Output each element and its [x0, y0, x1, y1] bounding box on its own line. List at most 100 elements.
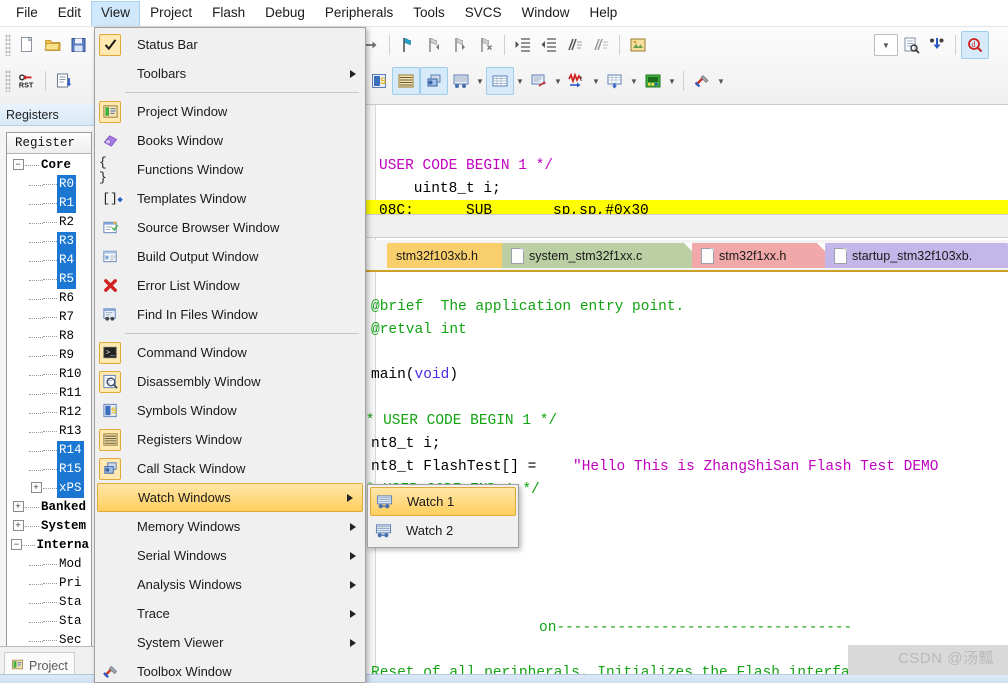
menu-item-find-in-files-window[interactable]: Find In Files Window [95, 300, 365, 329]
tree-toggle-plus-icon[interactable]: + [11, 498, 25, 517]
next-bookmark-icon[interactable] [447, 32, 473, 58]
register-tree-row[interactable]: R4 [7, 251, 91, 270]
tree-toggle-box[interactable]: + [30, 482, 42, 494]
register-tree-row[interactable]: R6 [7, 289, 91, 308]
view-dropdown-menu[interactable]: Status Bar Toolbars Project Window Books Wi… [94, 27, 366, 683]
submenu-item-watch-1[interactable]: Watch 1 [370, 487, 516, 516]
find-in-files-icon[interactable] [898, 32, 924, 58]
register-tree-row[interactable]: R7 [7, 308, 91, 327]
tree-toggle-box[interactable]: + [12, 520, 24, 532]
menu-edit[interactable]: Edit [48, 1, 91, 26]
analyzer-dropdown-caret[interactable]: ▼ [590, 68, 602, 94]
watch-window-icon[interactable] [448, 68, 474, 94]
prev-bookmark-icon[interactable] [421, 32, 447, 58]
menu-peripherals[interactable]: Peripherals [315, 1, 403, 26]
file-tab[interactable]: stm32f1xx.h [692, 243, 825, 268]
comment-icon[interactable] [562, 32, 588, 58]
menu-item-memory-windows[interactable]: Memory Windows [95, 512, 365, 541]
memory-dropdown-caret[interactable]: ▼ [514, 68, 526, 94]
bookmark-pin-icon[interactable] [924, 32, 950, 58]
outdent-icon[interactable] [536, 32, 562, 58]
menu-debug[interactable]: Debug [255, 1, 315, 26]
menu-item-trace[interactable]: Trace [95, 599, 365, 628]
menu-item-toolbox-window[interactable]: Toolbox Window [95, 657, 365, 683]
menu-item-status-bar[interactable]: Status Bar [95, 30, 365, 59]
registers-panel[interactable]: Register − Core R0 R1 R2 R3 R4 R5 R6 R7 R8 R9 R10 R11… [6, 132, 92, 647]
menu-item-source-browser-window[interactable]: Source Browser Window [95, 213, 365, 242]
file-tab[interactable]: stm32f103xb.h [387, 243, 512, 268]
file-tab[interactable]: system_stm32f1xx.c [502, 243, 692, 268]
menu-item-project-window[interactable]: Project Window [95, 97, 365, 126]
menu-item-call-stack-window[interactable]: Call Stack Window [95, 454, 365, 483]
menu-file[interactable]: File [6, 1, 48, 26]
menu-item-registers-window[interactable]: Registers Window [95, 425, 365, 454]
menu-item-toolbars[interactable]: Toolbars [95, 59, 365, 88]
menu-project[interactable]: Project [140, 1, 202, 26]
clear-bookmarks-icon[interactable] [473, 32, 499, 58]
trace-dropdown-caret[interactable]: ▼ [628, 68, 640, 94]
tree-toggle-box[interactable]: + [12, 501, 24, 513]
menu-item-command-window[interactable]: >_ Command Window [95, 338, 365, 367]
system-viewer-icon[interactable] [640, 68, 666, 94]
registers-window-icon[interactable] [392, 67, 420, 95]
menu-item-watch-windows[interactable]: Watch Windows [97, 483, 363, 512]
register-tree-row[interactable]: R0 [7, 175, 91, 194]
search-dropdown[interactable]: ▼ [874, 34, 898, 56]
menu-window[interactable]: Window [511, 1, 579, 26]
save-icon[interactable] [66, 32, 92, 58]
register-tree-row[interactable]: R3 [7, 232, 91, 251]
tree-toggle-minus-icon[interactable]: − [10, 536, 22, 555]
register-tree-row[interactable]: R13 [7, 422, 91, 441]
register-tree-row[interactable]: R14 [7, 441, 91, 460]
toolbox-dropdown-caret[interactable]: ▼ [715, 68, 727, 94]
register-tree-row[interactable]: R1 [7, 194, 91, 213]
logic-analyzer-icon[interactable]: t [564, 68, 590, 94]
serial-dropdown-caret[interactable]: ▼ [552, 68, 564, 94]
register-tree-row[interactable]: R11 [7, 384, 91, 403]
register-tree-row[interactable]: + xPS [7, 479, 91, 498]
register-tree-row[interactable]: R9 [7, 346, 91, 365]
serial-window-icon[interactable] [526, 68, 552, 94]
register-tree-row[interactable]: + System [7, 517, 91, 536]
submenu-item-watch-2[interactable]: Watch 2 [368, 516, 518, 545]
register-tree-row[interactable]: Sec [7, 631, 91, 646]
register-tree[interactable]: − Core R0 R1 R2 R3 R4 R5 R6 R7 R8 R9 R10 R11 R12 R13 R14… [7, 154, 91, 646]
register-tree-row[interactable]: R2 [7, 213, 91, 232]
reset-icon[interactable]: RST [14, 68, 40, 94]
menu-item-error-list-window[interactable]: Error List Window [95, 271, 365, 300]
symbols-window-icon[interactable]: S [366, 68, 392, 94]
indent-icon[interactable] [510, 32, 536, 58]
menu-tools[interactable]: Tools [403, 1, 455, 26]
register-tree-row[interactable]: + Banked [7, 498, 91, 517]
insert-bookmark-icon[interactable] [395, 32, 421, 58]
register-tree-row[interactable]: − Core [7, 156, 91, 175]
register-tree-row[interactable]: R15 [7, 460, 91, 479]
register-tree-row[interactable]: Sta [7, 593, 91, 612]
call-stack-icon[interactable] [420, 67, 448, 95]
register-tree-row[interactable]: − Interna [7, 536, 91, 555]
menu-item-functions-window[interactable]: { } Functions Window [95, 155, 365, 185]
open-folder-icon[interactable] [40, 32, 66, 58]
register-tree-row[interactable]: Sta [7, 612, 91, 631]
file-tab[interactable]: startup_stm32f103xb. [825, 243, 1008, 268]
menu-item-symbols-window[interactable]: S Symbols Window [95, 396, 365, 425]
sysview-dropdown-caret[interactable]: ▼ [666, 68, 678, 94]
memory-window-icon[interactable] [486, 67, 514, 95]
register-tree-row[interactable]: R5 [7, 270, 91, 289]
tree-toggle-plus-icon[interactable]: + [11, 517, 25, 536]
new-file-icon[interactable] [14, 32, 40, 58]
menu-view[interactable]: View [91, 0, 141, 26]
toolbar-grip[interactable] [5, 34, 11, 56]
register-tree-row[interactable]: R12 [7, 403, 91, 422]
build-output-icon[interactable] [51, 68, 77, 94]
tree-toggle-box[interactable]: − [12, 159, 24, 171]
tree-toggle-minus-icon[interactable]: − [11, 156, 25, 175]
menu-item-analysis-windows[interactable]: Analysis Windows [95, 570, 365, 599]
register-tree-row[interactable]: R8 [7, 327, 91, 346]
trace-icon[interactable] [602, 68, 628, 94]
register-tree-row[interactable]: Mod [7, 555, 91, 574]
register-tree-row[interactable]: R10 [7, 365, 91, 384]
menu-item-system-viewer[interactable]: System Viewer [95, 628, 365, 657]
menu-item-disassembly-window[interactable]: Disassembly Window [95, 367, 365, 396]
menu-item-templates-window[interactable]: [] ◆ Templates Window [95, 184, 365, 213]
